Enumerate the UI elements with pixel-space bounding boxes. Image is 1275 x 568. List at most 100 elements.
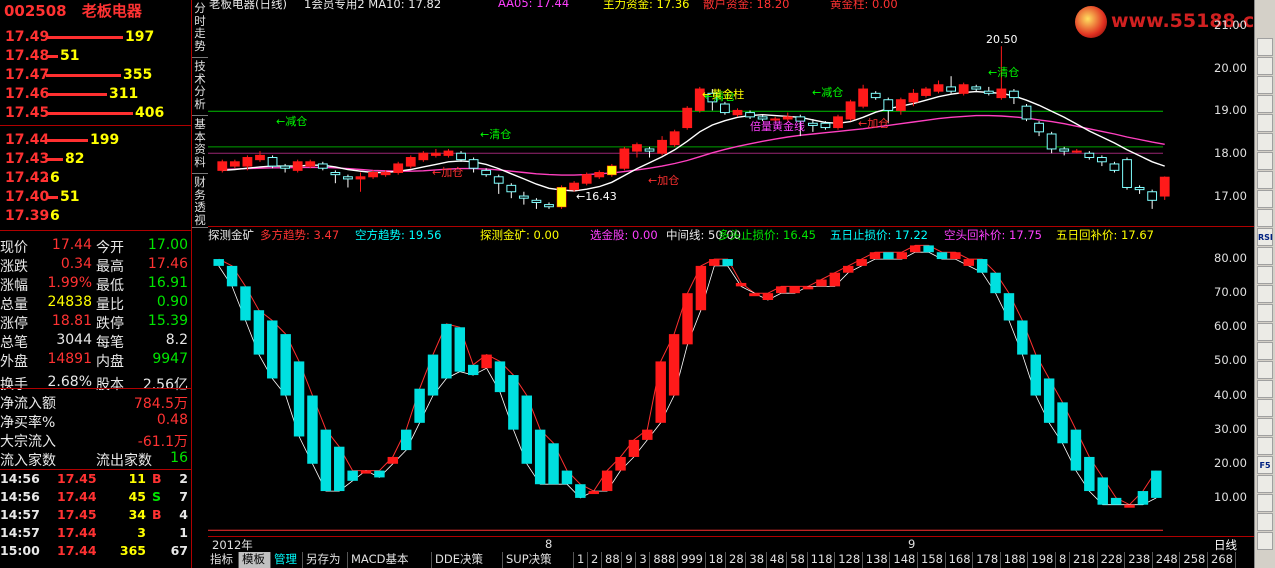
candle[interactable] <box>619 146 630 171</box>
indicator-bar[interactable] <box>320 429 332 492</box>
bottom-tab[interactable]: 管理 <box>271 552 303 568</box>
indicator-bar[interactable] <box>534 429 546 485</box>
indicator-chart[interactable] <box>208 242 1254 537</box>
toolbar-button[interactable] <box>1257 114 1273 132</box>
candle[interactable] <box>229 159 240 169</box>
toolbar-button[interactable] <box>1257 361 1273 379</box>
bottom-tab[interactable]: 88 <box>602 552 623 568</box>
indicator-bar[interactable] <box>521 395 532 464</box>
candle[interactable] <box>280 163 291 173</box>
indicator-bar[interactable] <box>776 286 787 294</box>
indicator-bar[interactable] <box>387 456 399 464</box>
toolbar-button[interactable] <box>1257 171 1273 189</box>
bottom-tab[interactable]: SUP决策 <box>503 552 574 568</box>
bottom-tab[interactable]: DDE决策 <box>432 552 503 568</box>
candle[interactable] <box>1159 176 1170 200</box>
toolbar-button[interactable] <box>1257 342 1273 360</box>
candle[interactable] <box>594 170 605 179</box>
bottom-tab[interactable]: 9 <box>622 552 637 568</box>
bottom-tab[interactable]: 指标 <box>207 552 239 568</box>
indicator-bar[interactable] <box>588 491 599 495</box>
candle[interactable] <box>581 172 592 186</box>
candle[interactable] <box>405 155 416 169</box>
indicator-bar[interactable] <box>441 323 452 379</box>
indicator-bar[interactable] <box>427 354 439 396</box>
indicator-bar[interactable] <box>936 252 948 260</box>
candle[interactable] <box>1059 146 1070 156</box>
candle[interactable] <box>858 84 869 109</box>
indicator-bar[interactable] <box>1043 378 1055 423</box>
indicator-bar[interactable] <box>990 272 1001 294</box>
toolbar-button[interactable] <box>1257 152 1273 170</box>
indicator-bar[interactable] <box>414 388 425 423</box>
bottom-tab[interactable]: 另存为 <box>303 552 348 568</box>
candle[interactable] <box>217 159 228 173</box>
toolbar-button[interactable] <box>1257 494 1273 512</box>
candle[interactable] <box>443 148 454 158</box>
candle[interactable] <box>1071 148 1082 154</box>
candle[interactable] <box>732 108 743 117</box>
candle[interactable] <box>644 146 655 158</box>
indicator-bar[interactable] <box>575 484 586 498</box>
indicator-bar[interactable] <box>1124 504 1135 508</box>
candle[interactable] <box>1046 131 1057 154</box>
candle[interactable] <box>1021 104 1032 122</box>
indicator-bar[interactable] <box>253 310 265 355</box>
bottom-tab[interactable]: 188 <box>1001 552 1029 568</box>
order-book-row[interactable]: 17.49 197 <box>0 28 192 47</box>
indicator-bar[interactable] <box>347 470 358 481</box>
toolbar-button[interactable] <box>1257 38 1273 56</box>
toolbar-button[interactable] <box>1257 304 1273 322</box>
indicator-bar[interactable] <box>816 279 827 287</box>
toolbar-button[interactable] <box>1257 57 1273 75</box>
bottom-tab[interactable]: 268 <box>1208 552 1236 568</box>
candle[interactable] <box>946 76 956 94</box>
tab-technical[interactable]: 技术分析 <box>192 58 208 116</box>
indicator-bar[interactable] <box>843 265 854 273</box>
bottom-tab[interactable]: 38 <box>746 552 767 568</box>
indicator-bar[interactable] <box>963 259 975 266</box>
toolbar-button[interactable] <box>1257 266 1273 284</box>
indicator-bar[interactable] <box>869 252 881 260</box>
indicator-bar[interactable] <box>883 252 894 260</box>
bottom-tab[interactable]: 888 <box>650 552 678 568</box>
candle[interactable] <box>682 106 693 130</box>
order-book-row[interactable]: 17.48 51 <box>0 47 192 66</box>
indicator-bar[interactable] <box>374 470 385 478</box>
candle[interactable] <box>1009 89 1019 105</box>
indicator-bar[interactable] <box>695 265 707 311</box>
indicator-bar[interactable] <box>494 361 506 393</box>
toolbar-button[interactable] <box>1257 532 1273 550</box>
order-book-row[interactable]: 17.42 6 <box>0 169 192 188</box>
toolbar-button[interactable] <box>1257 76 1273 94</box>
indicator-bar[interactable] <box>709 259 720 266</box>
price-chart[interactable]: 20.50←16.43←减仓←减仓←清仓←清仓←清仓←加仓←加仓←加仓←黄金柱倍… <box>208 12 1254 228</box>
toolbar-button[interactable] <box>1257 323 1273 341</box>
bottom-tab[interactable]: 28 <box>726 552 747 568</box>
bottom-tab[interactable]: 248 <box>1153 552 1181 568</box>
indicator-bar[interactable] <box>896 252 908 260</box>
candle[interactable] <box>971 84 982 92</box>
indicator-bar[interactable] <box>909 245 921 253</box>
candle[interactable] <box>418 151 429 162</box>
toolbar-button[interactable]: RSI <box>1257 228 1273 246</box>
candle[interactable] <box>1122 157 1132 190</box>
indicator-bar[interactable] <box>240 286 251 321</box>
toolbar-button[interactable] <box>1257 418 1273 436</box>
indicator-bar[interactable] <box>601 470 613 492</box>
candle[interactable] <box>1109 161 1120 173</box>
candle[interactable] <box>330 170 341 184</box>
candle[interactable] <box>933 80 944 94</box>
tab-financials[interactable]: 财务透视 <box>192 174 208 228</box>
candle[interactable] <box>958 82 969 96</box>
candle[interactable] <box>343 174 353 188</box>
toolbar-button[interactable] <box>1257 133 1273 151</box>
candle[interactable] <box>983 86 994 96</box>
order-book-row[interactable]: 17.47 355 <box>0 66 192 85</box>
toolbar-button[interactable] <box>1257 513 1273 531</box>
toolbar-button[interactable] <box>1257 190 1273 208</box>
candle[interactable] <box>431 148 441 158</box>
toolbar-button[interactable] <box>1257 95 1273 113</box>
candle[interactable] <box>833 114 843 130</box>
indicator-bar[interactable] <box>1097 477 1108 505</box>
